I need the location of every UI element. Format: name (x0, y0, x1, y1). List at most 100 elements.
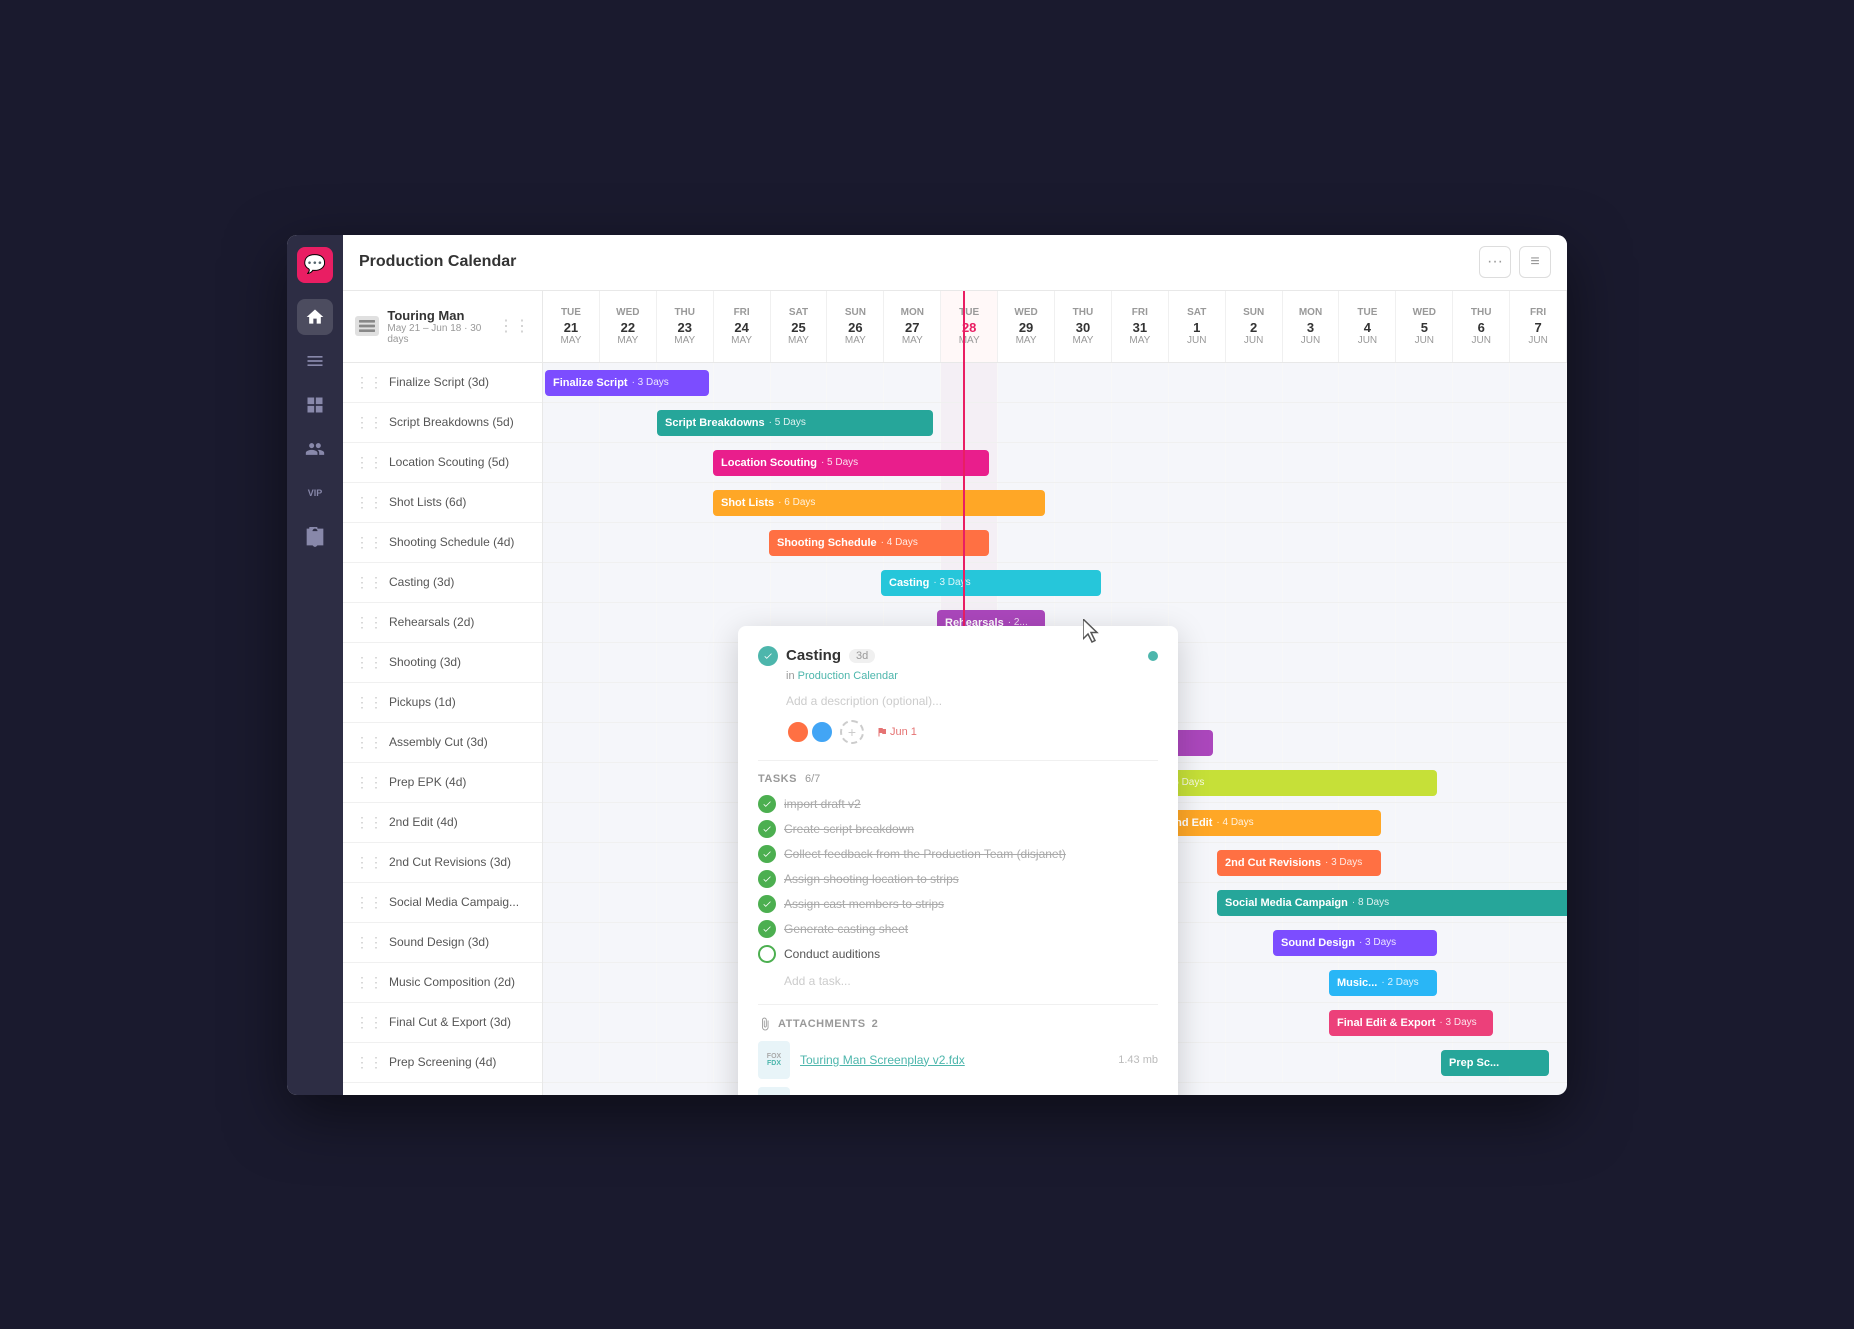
view-toggle-button[interactable]: ≡ (1519, 246, 1551, 278)
gantt-bar-0[interactable]: Finalize Script· 3 Days (545, 370, 709, 396)
project-drag-handle[interactable]: ⋮⋮ (498, 316, 530, 336)
drag-handle-14[interactable]: ⋮⋮ (355, 934, 383, 951)
day-date-0: 21 (564, 320, 578, 335)
calendar-header: TUE21MAYWED22MAYTHU23MAYFRI24MAYSAT25MAY… (543, 291, 1567, 363)
grid-cell-12-15 (1396, 843, 1453, 882)
row-label-15: ⋮⋮Music Composition (2d) (343, 963, 542, 1003)
sidebar-item-home[interactable] (297, 299, 333, 335)
task-text-4: Assign cast members to strips (784, 897, 944, 911)
drag-handle-11[interactable]: ⋮⋮ (355, 814, 383, 831)
grid-cell-1-15 (1396, 403, 1453, 442)
day-header-4: SAT25MAY (771, 291, 828, 362)
sidebar-item-vip[interactable]: VIP (297, 475, 333, 511)
popup-project-link[interactable]: Production Calendar (798, 670, 898, 682)
gantt-bar-11[interactable]: 2nd Edit· 4 Days (1161, 810, 1381, 836)
bar-days-16: · 3 Days (1439, 1017, 1476, 1028)
drag-handle-16[interactable]: ⋮⋮ (355, 1014, 383, 1031)
drag-handle-5[interactable]: ⋮⋮ (355, 574, 383, 591)
grid-cell-1-16 (1453, 403, 1510, 442)
task-check-5[interactable] (758, 920, 776, 938)
grid-cell-2-15 (1396, 443, 1453, 482)
task-check-2[interactable] (758, 845, 776, 863)
row-label-3: ⋮⋮ Shot Lists (6d) (343, 483, 542, 523)
day-header-5: SUN26MAY (827, 291, 884, 362)
drag-handle-17[interactable]: ⋮⋮ (355, 1054, 383, 1071)
project-icon (355, 316, 379, 336)
gantt-bar-2[interactable]: Location Scouting· 5 Days (713, 450, 989, 476)
row-label-text-5: Casting (3d) (389, 575, 454, 589)
grid-cell-10-1 (600, 763, 657, 802)
drag-handle-12[interactable]: ⋮⋮ (355, 854, 383, 871)
gantt-bar-5[interactable]: Casting· 3 Days (881, 570, 1101, 596)
grid-cell-17-14 (1339, 1043, 1396, 1082)
grid-cell-7-14 (1339, 643, 1396, 682)
grid-cell-11-1 (600, 803, 657, 842)
grid-cell-9-0 (543, 723, 600, 762)
add-task-input[interactable]: Add a task... (758, 970, 1158, 992)
attachments-count: 2 (872, 1018, 879, 1030)
task-check-6[interactable] (758, 945, 776, 963)
attachment-icon (758, 1017, 772, 1031)
task-check-4[interactable] (758, 895, 776, 913)
grid-cell-0-11 (1169, 363, 1226, 402)
attachment-name-0[interactable]: Touring Man Screenplay v2.fdx (800, 1053, 1108, 1067)
row-label-text-3: Shot Lists (6d) (389, 495, 466, 509)
drag-handle-2[interactable]: ⋮⋮ (355, 454, 383, 471)
popup-divider-2 (758, 1004, 1158, 1005)
grid-cell-1-1 (600, 403, 657, 442)
app-logo[interactable]: 💬 (297, 247, 333, 283)
bar-days-2: · 5 Days (821, 457, 858, 468)
row-label-7: ⋮⋮Shooting (3d) (343, 643, 542, 683)
day-header-6: MON27MAY (884, 291, 941, 362)
grid-cell-8-16 (1453, 683, 1510, 722)
grid-cell-3-9 (1055, 483, 1112, 522)
sidebar-item-board[interactable] (297, 387, 333, 423)
gantt-bar-1[interactable]: Script Breakdowns· 5 Days (657, 410, 933, 436)
task-check-0[interactable] (758, 795, 776, 813)
drag-handle-8[interactable]: ⋮⋮ (355, 694, 383, 711)
gantt-bar-17[interactable]: Prep Sc... (1441, 1050, 1549, 1076)
drag-handle-1[interactable]: ⋮⋮ (355, 414, 383, 431)
day-month-4: MAY (788, 335, 809, 346)
avatar-add[interactable]: + (840, 720, 864, 744)
grid-cell-0-15 (1396, 363, 1453, 402)
day-name-13: MON (1299, 307, 1322, 318)
bar-days-11: · 4 Days (1216, 817, 1253, 828)
sidebar-item-book[interactable] (297, 519, 333, 555)
drag-handle-6[interactable]: ⋮⋮ (355, 614, 383, 631)
day-header-11: SAT1JUN (1169, 291, 1226, 362)
row-label-text-1: Script Breakdowns (5d) (389, 415, 514, 429)
task-check-1[interactable] (758, 820, 776, 838)
row-label-12: ⋮⋮2nd Cut Revisions (3d) (343, 843, 542, 883)
day-date-9: 30 (1076, 320, 1090, 335)
grid-cell-12-1 (600, 843, 657, 882)
sidebar-item-list[interactable] (297, 343, 333, 379)
gantt-bar-13[interactable]: Social Media Campaign· 8 Days (1217, 890, 1567, 916)
grid-cell-4-0 (543, 523, 600, 562)
gantt-bar-4[interactable]: Shooting Schedule· 4 Days (769, 530, 989, 556)
drag-handle-10[interactable]: ⋮⋮ (355, 774, 383, 791)
day-header-3: FRI24MAY (714, 291, 771, 362)
grid-cell-3-12 (1226, 483, 1283, 522)
drag-handle-4[interactable]: ⋮⋮ (355, 534, 383, 551)
drag-handle-0[interactable]: ⋮⋮ (355, 374, 383, 391)
gantt-bar-14[interactable]: Sound Design· 3 Days (1273, 930, 1437, 956)
grid-cell-4-14 (1339, 523, 1396, 562)
gantt-bar-16[interactable]: Final Edit & Export· 3 Days (1329, 1010, 1493, 1036)
drag-handle-9[interactable]: ⋮⋮ (355, 734, 383, 751)
sidebar-item-people[interactable] (297, 431, 333, 467)
task-check-3[interactable] (758, 870, 776, 888)
gantt-bar-12[interactable]: 2nd Cut Revisions· 3 Days (1217, 850, 1381, 876)
grid-cell-4-9 (1055, 523, 1112, 562)
gantt-bar-15[interactable]: Music...· 2 Days (1329, 970, 1437, 996)
drag-handle-15[interactable]: ⋮⋮ (355, 974, 383, 991)
drag-handle-7[interactable]: ⋮⋮ (355, 654, 383, 671)
gantt-bar-3[interactable]: Shot Lists· 6 Days (713, 490, 1045, 516)
grid-cell-5-2 (657, 563, 714, 602)
row-label-text-2: Location Scouting (5d) (389, 455, 509, 469)
flag-icon (876, 726, 888, 738)
drag-handle-13[interactable]: ⋮⋮ (355, 894, 383, 911)
dots-menu-button[interactable]: ··· (1479, 246, 1511, 278)
drag-handle-3[interactable]: ⋮⋮ (355, 494, 383, 511)
grid-cell-9-16 (1453, 723, 1510, 762)
